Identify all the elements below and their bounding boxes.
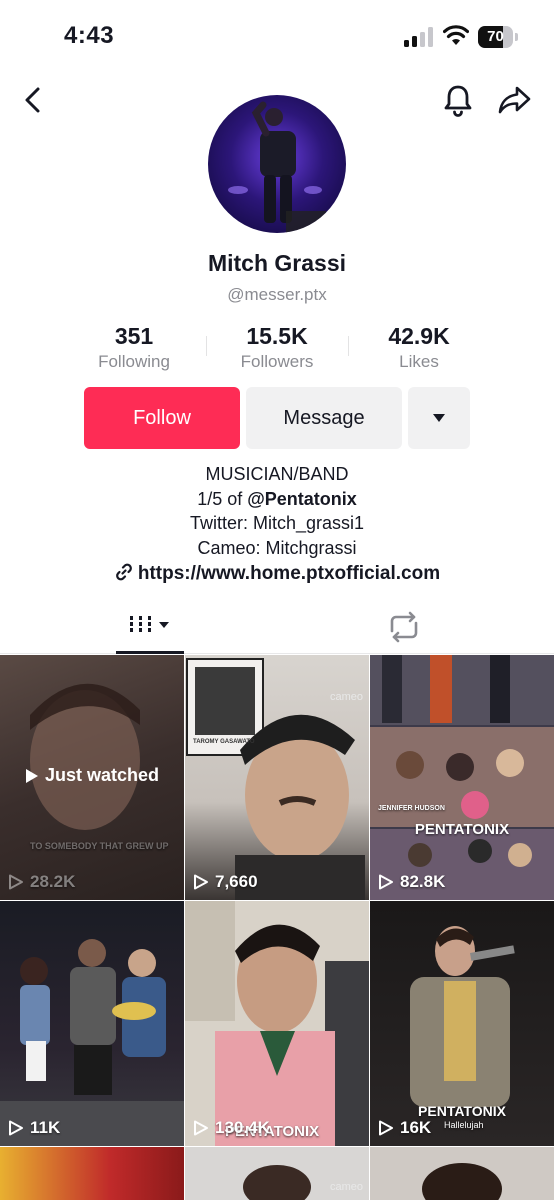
stat-followers[interactable]: 15.5K Followers <box>202 322 352 374</box>
video-thumbnail <box>370 655 554 900</box>
view-count-text: 7,660 <box>215 872 258 891</box>
just-watched-label: Just watched <box>44 765 160 785</box>
bio-website-link[interactable]: https://www.home.ptxofficial.com <box>0 562 554 585</box>
stat-value: 42.9K <box>388 323 450 349</box>
bio-line: Twitter: Mitch_grassi1 <box>189 513 365 533</box>
cellular-signal-icon <box>404 27 433 47</box>
view-count: 7,660 <box>193 872 258 892</box>
video-tile[interactable]: PENTATONIX JENNIFER HUDSON 82.8K <box>370 655 554 900</box>
view-count-text: 28.2K <box>30 872 76 891</box>
chevron-left-icon <box>25 87 40 113</box>
play-outline-icon <box>194 1120 208 1136</box>
battery-level: 70 <box>487 28 504 45</box>
content-tabs <box>0 600 554 654</box>
video-grid: Just watched TO SOMEBODY THAT GREW UP 28… <box>0 655 554 1200</box>
video-caption: PENTATONIX <box>414 821 510 838</box>
profile-name: Mitch Grassi <box>207 250 347 276</box>
message-button[interactable]: Message <box>246 387 402 449</box>
bio-mention-link[interactable]: @Pentatonix <box>247 489 357 509</box>
more-options-button[interactable] <box>408 387 470 449</box>
repost-icon <box>390 611 418 643</box>
view-count-text: 11K <box>30 1118 61 1137</box>
video-tile[interactable]: PENTATONIX 130.4K <box>185 901 369 1146</box>
just-watched-badge: Just watched <box>0 765 184 786</box>
tab-videos[interactable] <box>116 600 184 654</box>
back-button[interactable] <box>14 80 54 120</box>
play-outline-icon <box>9 1120 23 1136</box>
stat-label: Followers <box>240 352 314 371</box>
view-count: 28.2K <box>8 872 75 892</box>
avatar-photo <box>228 101 326 233</box>
bell-icon <box>444 85 472 117</box>
view-count-text: 82.8K <box>400 872 446 891</box>
video-tile[interactable]: Just watched TO SOMEBODY THAT GREW UP 28… <box>0 655 184 900</box>
bio-line: MUSICIAN/BAND <box>205 464 349 484</box>
play-outline-icon <box>194 874 208 890</box>
play-outline-icon <box>379 1120 393 1136</box>
video-caption-secondary: Hallelujah <box>444 1120 484 1130</box>
video-tile[interactable]: 11K <box>0 901 184 1146</box>
play-outline-icon <box>379 874 393 890</box>
stat-label: Following <box>98 352 170 371</box>
video-thumbnail <box>422 1163 502 1200</box>
stat-value: 15.5K <box>246 323 308 349</box>
battery-indicator: 70 <box>478 26 518 48</box>
view-count: 82.8K <box>378 872 445 892</box>
bio-link-text: https://www.home.ptxofficial.com <box>137 563 441 584</box>
view-count: 130.4K <box>193 1118 270 1138</box>
video-thumbnail <box>185 901 369 1146</box>
share-button[interactable] <box>492 78 536 122</box>
video-caption: TAROMY GASAWATO <box>193 739 255 745</box>
video-tile[interactable] <box>0 1147 184 1200</box>
video-caption: PENTATONIX <box>418 1103 506 1119</box>
view-count: 11K <box>8 1118 60 1138</box>
status-bar: 4:43 70 <box>0 0 554 70</box>
link-icon <box>115 563 132 581</box>
status-time: 4:43 <box>64 22 115 49</box>
stat-label: Likes <box>399 352 439 371</box>
view-count: 16K <box>378 1118 431 1138</box>
play-icon <box>25 768 38 783</box>
stat-value: 351 <box>114 323 154 349</box>
video-thumbnail <box>0 939 184 1146</box>
cameo-watermark: cameo <box>329 1181 363 1193</box>
cameo-watermark: cameo <box>329 691 363 703</box>
video-tile[interactable]: cameo <box>185 1147 369 1200</box>
profile-handle: @messer.ptx <box>227 285 327 304</box>
profile-avatar[interactable] <box>208 95 346 233</box>
wifi-icon <box>443 25 469 45</box>
video-tile[interactable] <box>370 1147 554 1200</box>
bio-line: 1/5 of @Pentatonix <box>0 487 554 512</box>
stat-likes[interactable]: 42.9K Likes <box>344 322 494 374</box>
video-caption-secondary: JENNIFER HUDSON <box>378 805 445 812</box>
stat-following[interactable]: 351 Following <box>59 322 209 374</box>
bio-text: 1/5 of <box>197 488 248 509</box>
view-count-text: 130.4K <box>215 1118 270 1137</box>
bio-line: Cameo: Mitchgrassi <box>197 537 357 558</box>
notification-bell-button[interactable] <box>436 78 480 122</box>
active-tab-indicator <box>116 651 184 654</box>
tab-reposts[interactable] <box>380 600 428 654</box>
view-count-text: 16K <box>400 1118 432 1137</box>
profile-bio: MUSICIAN/BAND 1/5 of @Pentatonix Twitter… <box>0 462 554 560</box>
grid-icon <box>130 616 169 632</box>
follow-button[interactable]: Follow <box>84 387 240 449</box>
share-arrow-icon <box>498 86 531 114</box>
play-outline-icon <box>9 874 23 890</box>
video-tile[interactable]: PENTATONIX Hallelujah 16K <box>370 901 554 1146</box>
video-caption: TO SOMEBODY THAT GREW UP <box>30 841 169 851</box>
caret-down-icon <box>433 414 445 422</box>
video-tile[interactable]: TAROMY GASAWATO cameo 7,660 <box>185 655 369 900</box>
